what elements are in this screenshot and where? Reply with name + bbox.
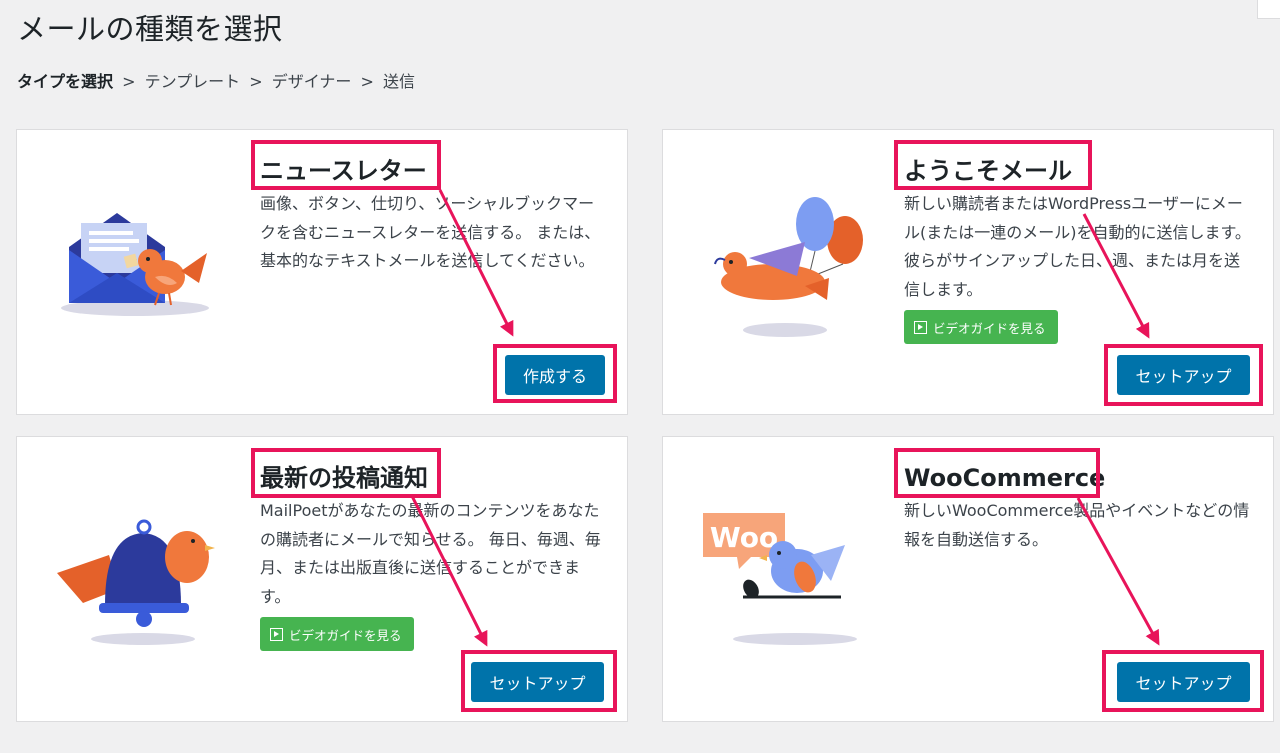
annotation-arrow-newsletter	[438, 189, 514, 337]
annotation-arrow-woocommerce	[1076, 497, 1160, 646]
annotation-arrows	[410, 189, 1160, 647]
annotation-arrow-post-notification	[410, 495, 488, 647]
annotation-arrow-welcome	[1082, 213, 1150, 339]
